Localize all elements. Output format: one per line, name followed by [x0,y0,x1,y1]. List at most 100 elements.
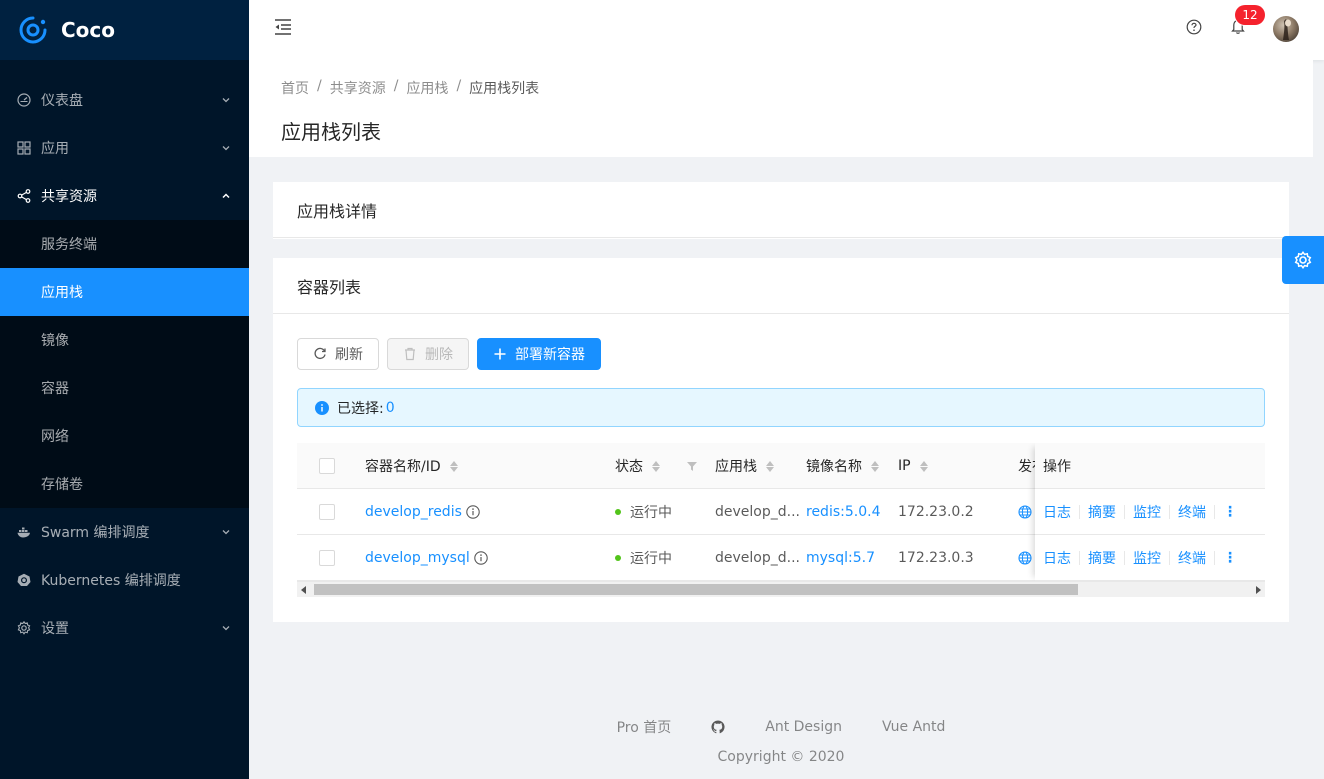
breadcrumb-home[interactable]: 首页 [281,78,309,98]
more-icon[interactable]: ⋮ [1223,504,1237,520]
filter-icon[interactable] [687,461,697,471]
sidebar-item-containers[interactable]: 容器 [0,364,249,412]
setting-icon [1294,251,1312,269]
card-title: 应用栈详情 [273,182,1289,238]
terminal-link[interactable]: 终端 [1178,548,1206,568]
footer-link-ant-design[interactable]: Ant Design [765,719,842,735]
info-circle-icon[interactable] [473,551,488,565]
image-link[interactable]: redis:5.0.4 [806,504,880,520]
global-icon[interactable] [1018,505,1032,519]
docker-icon [17,525,31,539]
alert-label: 已选择: [337,400,384,417]
sort-icon[interactable] [919,460,928,472]
copyright: Copyright © 2020 [717,749,845,765]
scroll-right-arrow[interactable] [1256,586,1261,594]
image-link[interactable]: mysql:5.7 [806,550,875,566]
filter-cell [687,443,697,489]
horizontal-scrollbar[interactable] [297,581,1265,597]
ip-cell: 172.23.0.3 [898,550,974,566]
image-cell: redis:5.0.4 [806,489,880,535]
publish-cell [1018,489,1032,535]
col-ip[interactable]: IP [898,443,928,489]
sidebar-item-label: 容器 [41,381,69,397]
breadcrumb-separator: / [393,78,399,94]
footer-link-pro[interactable]: Pro 首页 [617,717,672,737]
sort-icon[interactable] [652,460,660,472]
col-ip-label: IP [898,458,911,474]
menu-fold-icon[interactable] [274,18,292,36]
terminal-link[interactable]: 终端 [1178,502,1206,522]
row-checkbox[interactable] [319,550,335,566]
logo[interactable]: Coco [0,0,249,60]
github-icon[interactable] [711,720,725,734]
sidebar-item-dashboard[interactable]: 仪表盘 [0,76,249,124]
selection-alert: 已选择: 0 [297,388,1265,427]
toolbar: 刷新 删除 部署新容器 [297,338,601,370]
status-text: 运行中 [630,505,672,521]
footer-link-vue-antd[interactable]: Vue Antd [882,719,945,735]
page-header: 首页 / 共享资源 / 应用栈 / 应用栈列表 应用栈列表 [249,60,1313,157]
col-image-label: 镜像名称 [806,459,862,475]
app-name: Coco [61,18,116,42]
refresh-button[interactable]: 刷新 [297,338,379,370]
col-stack[interactable]: 应用栈 [715,443,774,489]
notification-badge: 12 [1235,5,1265,25]
summary-link[interactable]: 摘要 [1088,548,1116,568]
sort-icon[interactable] [766,460,774,472]
sidebar-item-swarm[interactable]: Swarm 编排调度 [0,508,249,556]
col-actions-label: 操作 [1043,458,1071,475]
delete-button[interactable]: 删除 [387,338,469,370]
settings-drawer-button[interactable] [1282,236,1324,284]
row-checkbox[interactable] [319,504,335,520]
avatar[interactable] [1273,16,1299,42]
monitor-link[interactable]: 监控 [1133,548,1161,568]
logs-link[interactable]: 日志 [1043,502,1071,522]
sidebar-item-shared-resources[interactable]: 共享资源 [0,172,249,220]
status-cell: 运行中 [615,489,672,535]
more-icon[interactable]: ⋮ [1223,550,1237,566]
share-icon [17,189,31,203]
sidebar-item-settings[interactable]: 设置 [0,604,249,652]
stack-detail-card: 应用栈详情 [273,182,1289,239]
logs-link[interactable]: 日志 [1043,548,1071,568]
scroll-thumb[interactable] [314,584,1078,595]
question-circle-icon[interactable] [1186,19,1202,35]
sidebar-item-networks[interactable]: 网络 [0,412,249,460]
global-icon[interactable] [1018,551,1032,565]
reload-icon [314,347,326,360]
sort-icon[interactable] [871,460,879,472]
deploy-container-button[interactable]: 部署新容器 [477,338,601,370]
ip-cell: 172.23.0.2 [898,504,974,520]
summary-link[interactable]: 摘要 [1088,502,1116,522]
row-select-cell [319,489,335,535]
scroll-left-arrow[interactable] [301,586,306,594]
breadcrumb-app-stack[interactable]: 应用栈 [406,78,448,98]
sidebar-item-service-terminal[interactable]: 服务终端 [0,220,249,268]
chevron-down-icon [222,626,230,631]
sidebar-item-images[interactable]: 镜像 [0,316,249,364]
container-name-cell: develop_redis [365,489,480,535]
info-circle-icon[interactable] [466,505,480,519]
col-image[interactable]: 镜像名称 [806,443,879,489]
select-all-checkbox[interactable] [319,458,335,474]
container-name-link[interactable]: develop_redis [365,504,462,520]
sidebar-item-label: 镜像 [41,333,69,349]
status-text: 运行中 [630,551,672,567]
sidebar-item-app-stack[interactable]: 应用栈 [0,268,249,316]
sidebar-item-apps[interactable]: 应用 [0,124,249,172]
top-header: 12 [249,0,1324,60]
row-actions: 日志 摘要 监控 终端 ⋮ [1035,489,1265,535]
sort-icon[interactable] [449,460,458,472]
sidebar-item-volumes[interactable]: 存储卷 [0,460,249,508]
sidebar-item-kubernetes[interactable]: Kubernetes 编排调度 [0,556,249,604]
shared-resources-submenu: 服务终端 应用栈 镜像 容器 网络 存储卷 [0,220,249,508]
sidebar-item-label: 应用栈 [41,285,83,301]
breadcrumb-shared-resources[interactable]: 共享资源 [330,78,386,98]
sidebar-item-label: Kubernetes 编排调度 [41,573,181,589]
col-status[interactable]: 状态 [615,443,660,489]
status-dot [615,555,621,561]
col-name[interactable]: 容器名称/ID [365,443,458,489]
monitor-link[interactable]: 监控 [1133,502,1161,522]
container-name-link[interactable]: develop_mysql [365,550,470,566]
sidebar-item-label: 应用 [41,141,69,157]
